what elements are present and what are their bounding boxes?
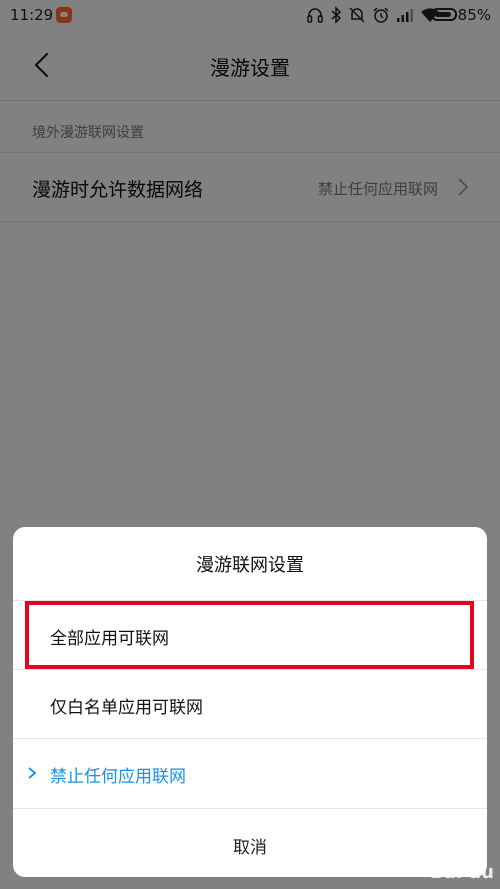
cancel-label: 取消 — [233, 838, 267, 858]
annotation-highlight-box — [25, 601, 474, 669]
roaming-network-dialog: 漫游联网设置 全部应用可联网 仅白名单应用可联网 禁止任何应用联网 取消 — [13, 527, 487, 877]
option-whitelist-apps[interactable]: 仅白名单应用可联网 — [13, 669, 487, 738]
dialog-title: 漫游联网设置 — [196, 555, 304, 576]
option-block-all-apps[interactable]: 禁止任何应用联网 — [13, 738, 487, 807]
cancel-button[interactable]: 取消 — [13, 808, 487, 877]
option-label: 禁止任何应用联网 — [50, 767, 186, 787]
selected-chevron-icon — [28, 767, 37, 779]
option-label: 仅白名单应用可联网 — [50, 698, 203, 718]
watermark-logo: Bai du — [429, 862, 494, 883]
